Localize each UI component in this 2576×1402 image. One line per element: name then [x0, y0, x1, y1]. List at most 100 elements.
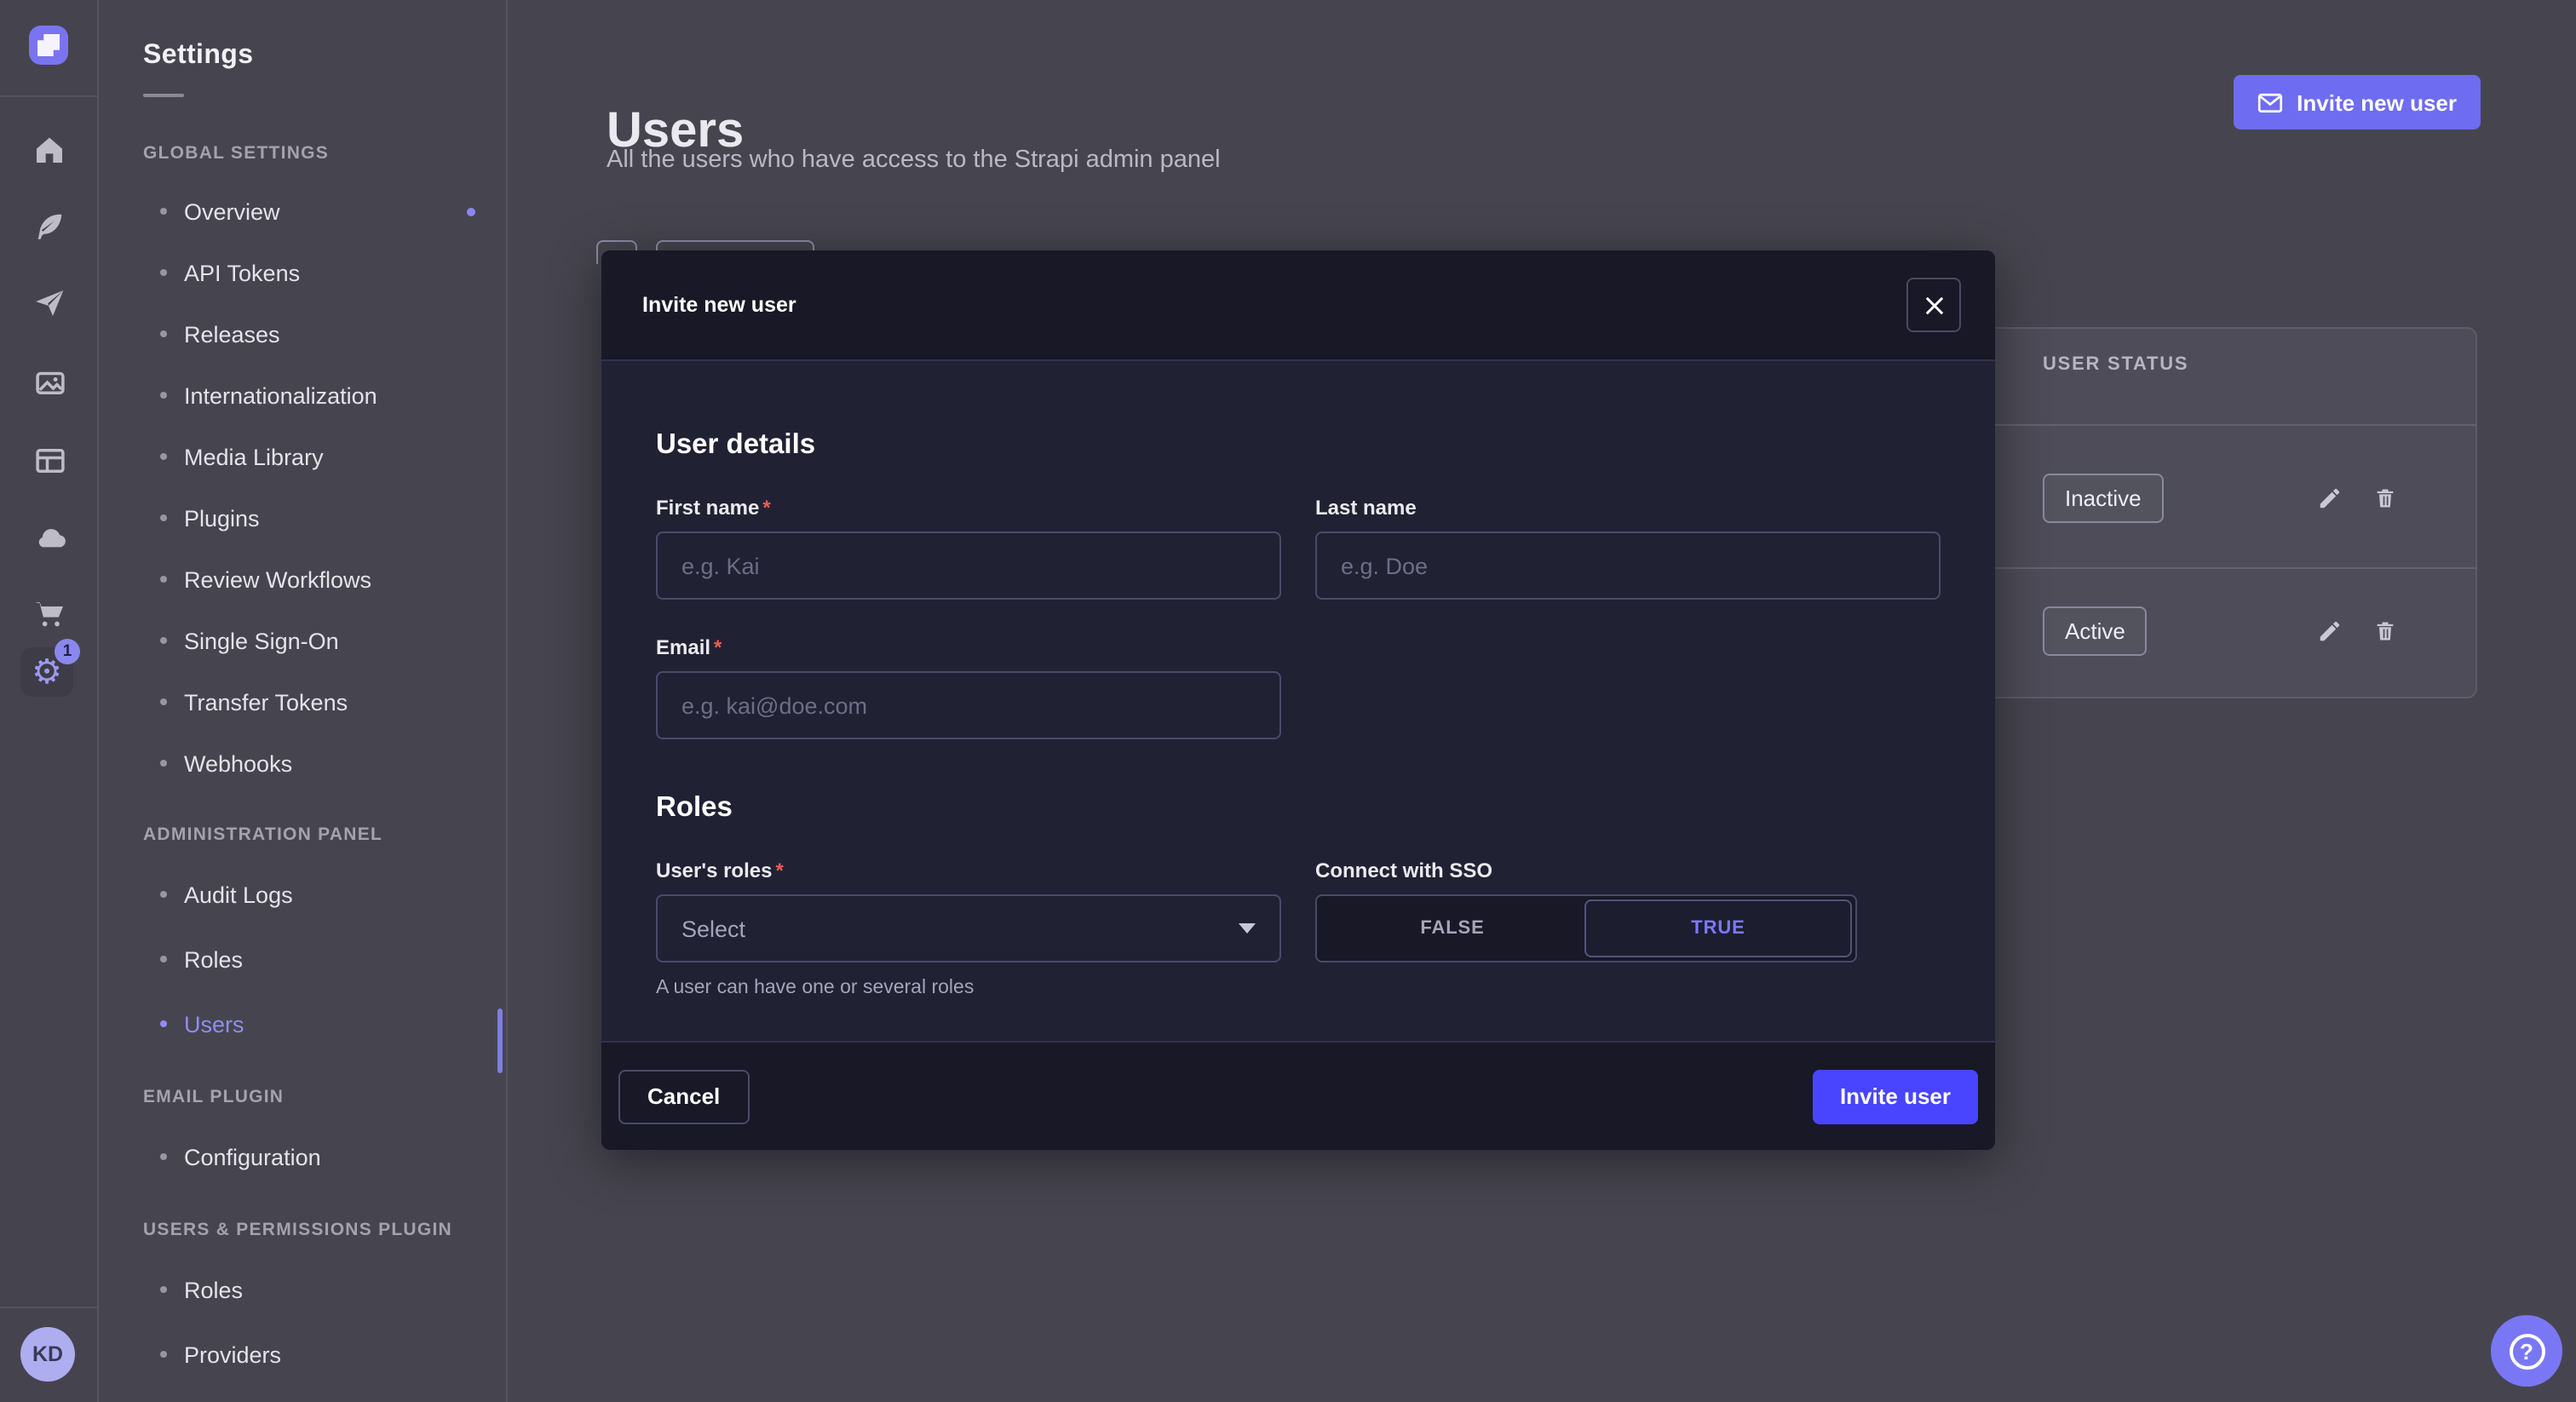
section-header-email-plugin: EMAIL PLUGIN [143, 1087, 506, 1107]
sidebar-item-media-library[interactable]: Media Library [143, 426, 506, 487]
page-subtitle: All the users who have access to the Str… [607, 147, 1221, 174]
strapi-logo[interactable] [29, 26, 68, 65]
sso-toggle-true[interactable]: TRUE [1584, 899, 1852, 957]
email-plugin-list: Configuration [143, 1124, 506, 1189]
sso-label: Connect with SSO [1315, 859, 1941, 882]
sidebar-item-admin-roles[interactable]: Roles [143, 927, 506, 991]
roles-select-value: Select [681, 916, 745, 941]
bullet-icon [160, 1153, 167, 1160]
delete-trash-icon[interactable] [2373, 486, 2399, 511]
question-mark-icon: ? [2509, 1333, 2544, 1369]
edit-pencil-icon[interactable] [2317, 618, 2343, 644]
send-plane-icon[interactable] [0, 281, 99, 325]
sidebar-item-users[interactable]: Users [143, 991, 506, 1056]
bullet-icon [160, 891, 167, 898]
bullet-icon [160, 330, 167, 337]
cancel-button[interactable]: Cancel [618, 1069, 749, 1123]
sidebar-item-configuration[interactable]: Configuration [143, 1124, 506, 1189]
strapi-admin: ⚙ 1 KD Settings GLOBAL SETTINGS Overview… [0, 0, 2576, 1402]
status-badge-active: Active [2043, 606, 2148, 656]
last-name-group: Last name [1315, 496, 1941, 600]
last-name-label: Last name [1315, 496, 1941, 520]
bullet-icon [160, 514, 167, 521]
last-name-field[interactable] [1315, 531, 1941, 600]
bullet-icon [160, 760, 167, 767]
status-badge-inactive: Inactive [2043, 474, 2164, 523]
media-library-icon[interactable] [0, 359, 99, 404]
bullet-icon [160, 637, 167, 644]
sidebar-item-providers[interactable]: Providers [143, 1322, 506, 1387]
sidebar-item-api-tokens[interactable]: API Tokens [143, 242, 506, 303]
modal-title: Invite new user [642, 293, 796, 317]
first-name-field[interactable] [656, 531, 1281, 600]
email-label: Email* [656, 635, 1281, 659]
bullet-icon [160, 576, 167, 583]
roles-heading: Roles [656, 792, 1941, 825]
bullet-icon [160, 698, 167, 705]
modal-header: Invite new user [601, 250, 1995, 361]
user-status-column-header: USER STATUS [2043, 354, 2188, 375]
roles-helper-text: A user can have one or several roles [656, 978, 1281, 998]
strapi-logo-glyph [37, 34, 60, 56]
required-asterisk: * [759, 496, 770, 520]
bullet-icon [160, 956, 167, 962]
sidebar-item-single-sign-on[interactable]: Single Sign-On [143, 610, 506, 671]
sidebar-item-transfer-tokens[interactable]: Transfer Tokens [143, 671, 506, 733]
sso-toggle: FALSE TRUE [1315, 894, 1857, 962]
modal-body: User details First name* Last name Email… [601, 361, 1995, 1041]
required-asterisk: * [710, 635, 722, 659]
sidebar-title-divider [143, 94, 184, 97]
rail-divider [0, 95, 99, 97]
administration-panel-list: Audit Logs Roles Users [143, 862, 506, 1056]
overview-notification-dot [467, 207, 475, 215]
settings-notification-badge: 1 [55, 639, 80, 664]
sidebar-item-internationalization[interactable]: Internationalization [143, 365, 506, 426]
users-permissions-list: Roles Providers [143, 1257, 506, 1387]
invite-user-button[interactable]: Invite user [1813, 1069, 1978, 1123]
marketplace-cart-icon[interactable] [0, 593, 99, 637]
icon-rail: ⚙ 1 KD [0, 0, 99, 1402]
bullet-icon [160, 453, 167, 460]
sidebar-title: Settings [143, 41, 506, 72]
home-icon[interactable] [0, 128, 99, 172]
global-settings-list: Overview API Tokens Releases Internation… [143, 181, 506, 794]
email-field[interactable] [656, 671, 1281, 739]
bullet-icon [160, 1351, 167, 1358]
bullet-icon [160, 1286, 167, 1293]
sidebar-item-overview[interactable]: Overview [143, 181, 506, 242]
sso-toggle-false[interactable]: FALSE [1320, 899, 1584, 957]
delete-trash-icon[interactable] [2373, 618, 2399, 644]
settings-sidebar: Settings GLOBAL SETTINGS Overview API To… [99, 0, 508, 1402]
sidebar-item-audit-logs[interactable]: Audit Logs [143, 862, 506, 927]
chevron-down-icon [1239, 923, 1256, 934]
section-header-administration-panel: ADMINISTRATION PANEL [143, 825, 506, 845]
cloud-icon[interactable] [0, 514, 99, 559]
invite-new-user-modal: Invite new user User details First name*… [601, 250, 1995, 1150]
content-manager-feather-icon[interactable] [0, 204, 99, 249]
rail-bottom-divider [0, 1307, 99, 1308]
user-avatar[interactable]: KD [20, 1327, 75, 1382]
sidebar-item-up-roles[interactable]: Roles [143, 1257, 506, 1322]
sidebar-item-webhooks[interactable]: Webhooks [143, 733, 506, 794]
sso-group: Connect with SSO FALSE TRUE [1315, 859, 1941, 998]
email-group: Email* [656, 635, 1281, 739]
first-name-group: First name* [656, 496, 1281, 600]
sidebar-scrollbar-thumb[interactable] [497, 1008, 503, 1073]
bullet-icon [160, 208, 167, 215]
roles-select[interactable]: Select [656, 894, 1281, 962]
content-type-builder-icon[interactable] [0, 438, 99, 482]
bullet-icon [160, 1020, 167, 1027]
edit-pencil-icon[interactable] [2317, 486, 2343, 511]
envelope-icon [2257, 91, 2283, 113]
invite-new-user-button[interactable]: Invite new user [2234, 75, 2481, 129]
sidebar-item-releases[interactable]: Releases [143, 303, 506, 365]
modal-footer: Cancel Invite user [601, 1041, 1995, 1150]
help-button[interactable]: ? [2491, 1315, 2562, 1387]
required-asterisk: * [772, 859, 783, 882]
bullet-icon [160, 269, 167, 276]
sidebar-item-plugins[interactable]: Plugins [143, 487, 506, 549]
user-details-heading: User details [656, 429, 1941, 462]
sidebar-item-review-workflows[interactable]: Review Workflows [143, 549, 506, 610]
section-header-global-settings: GLOBAL SETTINGS [143, 143, 506, 164]
close-icon[interactable] [1906, 278, 1961, 332]
